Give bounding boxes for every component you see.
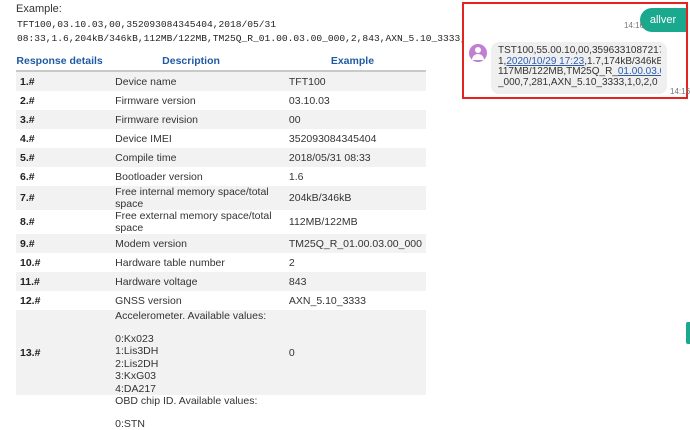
table-row: 9.# Modem version TM25Q_R_01.00.03.00_00… xyxy=(16,234,426,253)
option-item: 2:Lis2DH xyxy=(115,358,275,371)
row-description: Free internal memory space/total space xyxy=(103,186,279,210)
row-description: Compile time xyxy=(103,148,279,167)
row-number: 12.# xyxy=(16,291,103,310)
row-number: 6.# xyxy=(16,167,103,186)
example-code-line-1: TFT100,03.10.03,00,352093084345404,2018/… xyxy=(17,19,276,30)
row-description: Hardware table number xyxy=(103,253,279,272)
row-number: 5.# xyxy=(16,148,103,167)
row-example: 204kB/346kB xyxy=(279,186,426,210)
row-number: 9.# xyxy=(16,234,103,253)
reply-line-4: _000,7,281,AXN_5.10_3333,1,0,2,0 xyxy=(498,78,661,89)
row-example: 843 xyxy=(279,272,426,291)
reply-line-2: 1,2020/10/29 17:23,1.7,174kB/346kB, xyxy=(498,57,661,68)
reply-line-1: TST100,55.00.10,00,35963310872179 xyxy=(498,46,661,57)
row-number: 4.# xyxy=(16,129,103,148)
table-row: 10.# Hardware table number 2 xyxy=(16,253,426,272)
option-item: 3:KxG03 xyxy=(115,370,275,383)
reply-line-3: 117MB/122MB,TM25Q_R_01.00.03.00 xyxy=(498,67,661,78)
row-description: Device name xyxy=(103,71,279,91)
row-example: 03.10.03 xyxy=(279,91,426,110)
row-description: Firmware revision xyxy=(103,110,279,129)
table-row: 1.# Device name TFT100 xyxy=(16,71,426,91)
row-example: 2018/05/31 08:33 xyxy=(279,148,426,167)
option-item: 1:Lis3DH xyxy=(115,345,275,358)
row-number: 11.# xyxy=(16,272,103,291)
row-description: Firmware version xyxy=(103,91,279,110)
row-description: Device IMEI xyxy=(103,129,279,148)
option-item: 0:Kx023 xyxy=(115,333,275,346)
response-details-table: Response details Description Example 1.#… xyxy=(16,52,426,430)
row-description: Bootloader version xyxy=(103,167,279,186)
row-description: Free external memory space/total space xyxy=(103,210,279,234)
row-description: Hardware voltage xyxy=(103,272,279,291)
row-example: 00 xyxy=(279,110,426,129)
table-row: 7.# Free internal memory space/total spa… xyxy=(16,186,426,210)
table-row: 6.# Bootloader version 1.6 xyxy=(16,167,426,186)
example-code: TFT100,03.10.03,00,352093084345404,2018/… xyxy=(17,18,437,46)
header-example: Example xyxy=(279,52,426,71)
option-item: 4:DA217 xyxy=(115,383,275,396)
example-label: Example: xyxy=(16,3,62,15)
header-description: Description xyxy=(103,52,279,71)
table-row: 12.# GNSS version AXN_5.10_3333 xyxy=(16,291,426,310)
sent-message-bubble[interactable]: allver xyxy=(640,8,686,32)
row-example: TFT100 xyxy=(279,71,426,91)
row-description: Modem version xyxy=(103,234,279,253)
row-number: 8.# xyxy=(16,210,103,234)
option-item: 0:STN xyxy=(115,418,275,430)
row-description: Accelerometer. Available values: 0:Kx023… xyxy=(103,310,279,395)
reply-message-bubble[interactable]: TST100,55.00.10,00,35963310872179 1,2020… xyxy=(491,42,667,94)
row-number: 7.# xyxy=(16,186,103,210)
row-example: 0 xyxy=(279,310,426,395)
row-number: 1.# xyxy=(16,71,103,91)
row-example: AXN_5.10_3333 xyxy=(279,291,426,310)
table-row: 8.# Free external memory space/total spa… xyxy=(16,210,426,234)
sent-message-time: 14:16 xyxy=(624,21,644,30)
row-example: 2 xyxy=(279,253,426,272)
table-row: 2.# Firmware version 03.10.03 xyxy=(16,91,426,110)
row-number: 13.# xyxy=(16,310,103,395)
table-row: 11.# Hardware voltage 843 xyxy=(16,272,426,291)
scroll-to-latest-tab[interactable] xyxy=(686,322,690,344)
table-header-row: Response details Description Example xyxy=(16,52,426,71)
row-number: 10.# xyxy=(16,253,103,272)
date-link[interactable]: 2020/10/29 17:23 xyxy=(506,57,584,67)
row-description-title: OBD chip ID. Available values: xyxy=(115,395,275,408)
reply-message-time: 14:16 xyxy=(670,87,690,96)
row-example: 1.6 xyxy=(279,167,426,186)
row-number: 2.# xyxy=(16,91,103,110)
avatar-body-shape xyxy=(472,54,484,60)
row-example: 352093084345404 xyxy=(279,129,426,148)
user-avatar-icon xyxy=(469,44,487,62)
table-row: 4.# Device IMEI 352093084345404 xyxy=(16,129,426,148)
version-link[interactable]: 01.00.03.00 xyxy=(618,67,661,77)
row-example: 112MB/122MB xyxy=(279,210,426,234)
table-row-accelerometer: 13.# Accelerometer. Available values: 0:… xyxy=(16,310,426,395)
reply-line-2-suffix: ,1.7,174kB/346kB, xyxy=(584,57,661,67)
chat-panel-highlighted: allver 14:16 TST100,55.00.10,00,35963310… xyxy=(462,2,688,99)
row-description-title: Accelerometer. Available values: xyxy=(115,310,275,323)
table-row: 5.# Compile time 2018/05/31 08:33 xyxy=(16,148,426,167)
example-code-line-2: 08:33,1.6,204kB/346kB,112MB/122MB,TM25Q_… xyxy=(17,33,506,44)
avatar-head-shape xyxy=(475,47,481,53)
spacer xyxy=(115,323,275,333)
row-example: TM25Q_R_01.00.03.00_000 xyxy=(279,234,426,253)
header-response-details: Response details xyxy=(16,52,103,71)
table-row: 3.# Firmware revision 00 xyxy=(16,110,426,129)
row-number: 3.# xyxy=(16,110,103,129)
reply-line-3-prefix: 117MB/122MB,TM25Q_R_ xyxy=(498,67,618,77)
row-description: GNSS version xyxy=(103,291,279,310)
